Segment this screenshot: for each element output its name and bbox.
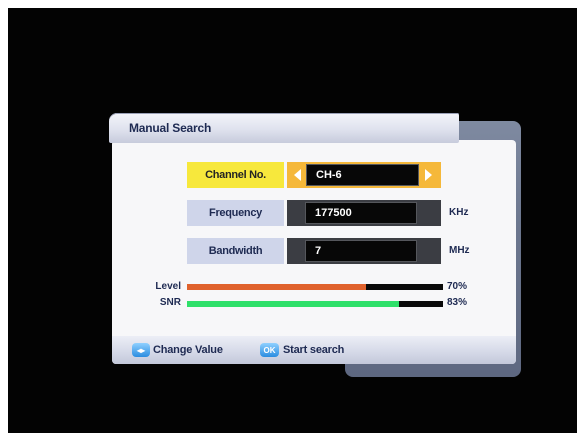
bandwidth-field[interactable]: 7 bbox=[306, 241, 416, 261]
level-label: Level bbox=[155, 281, 181, 292]
level-meter-fill bbox=[187, 284, 367, 290]
frequency-unit: KHz bbox=[449, 207, 469, 218]
change-value-hint: Change Value bbox=[153, 344, 223, 356]
left-right-arrows-icon: ◂▸ bbox=[132, 343, 150, 357]
arrow-left-icon[interactable] bbox=[294, 169, 301, 181]
snr-meter bbox=[187, 301, 443, 307]
dialog-title-bar: Manual Search bbox=[109, 113, 459, 143]
level-meter bbox=[187, 284, 443, 290]
channel-number-label: Channel No. bbox=[187, 162, 284, 188]
snr-meter-fill bbox=[187, 301, 400, 307]
start-search-hint: Start search bbox=[283, 344, 345, 356]
arrow-right-icon[interactable] bbox=[425, 169, 432, 181]
level-percent: 70% bbox=[447, 281, 468, 292]
bandwidth-unit: MHz bbox=[449, 245, 470, 256]
frequency-field[interactable]: 177500 bbox=[306, 203, 416, 223]
snr-label: SNR bbox=[159, 297, 181, 308]
ok-key-icon: OK bbox=[260, 343, 279, 357]
dialog-footer: ◂▸ Change Value OK Start search bbox=[112, 336, 516, 364]
channel-number-value[interactable]: CH-6 bbox=[307, 165, 418, 185]
frequency-label: Frequency bbox=[187, 200, 284, 226]
dialog-title: Manual Search bbox=[129, 121, 212, 135]
bandwidth-label: Bandwidth bbox=[187, 238, 284, 264]
snr-percent: 83% bbox=[447, 297, 468, 308]
